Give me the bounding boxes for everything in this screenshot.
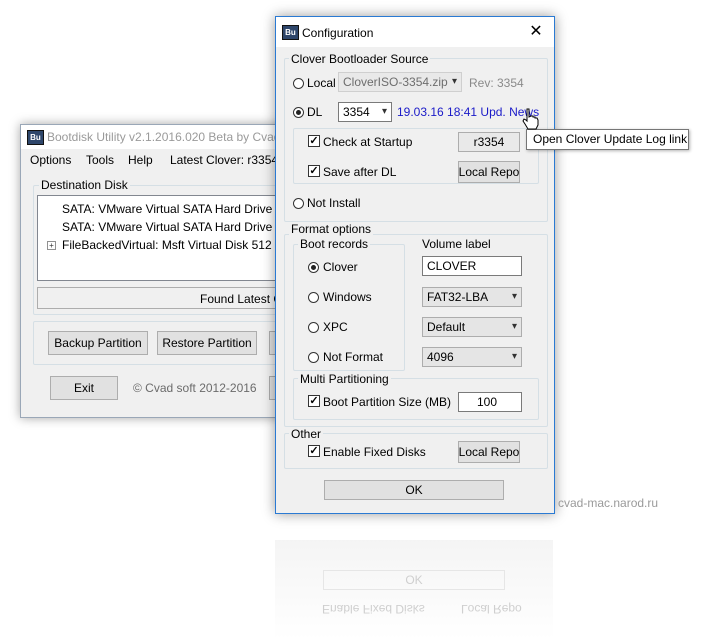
other-label: Other <box>289 427 324 441</box>
expand-plus-icon[interactable]: + <box>47 241 56 250</box>
window-reflection: OK Enable Fixed Disks Local Repo <box>275 540 553 640</box>
boot-records-label: Boot records <box>298 237 371 251</box>
update-news-link[interactable]: 19.03.16 18:41 Upd. News <box>397 105 539 119</box>
boot-record-windows-radio[interactable] <box>308 292 319 303</box>
local-radio[interactable] <box>293 78 304 89</box>
disk-item[interactable]: SATA: VMware Virtual SATA Hard Drive 25.… <box>62 202 299 216</box>
save-after-dl-label: Save after DL <box>323 165 397 179</box>
not-install-radio[interactable] <box>293 198 304 209</box>
other-local-repo-button[interactable]: Local Repo <box>458 441 520 463</box>
configuration-title: Configuration <box>302 26 374 40</box>
local-label: Local <box>307 76 336 90</box>
boot-record-windows-label: Windows <box>323 290 372 304</box>
destination-disk-label: Destination Disk <box>39 178 130 192</box>
reflection-ok: OK <box>323 570 505 590</box>
cluster-size-value: 4096 <box>427 350 454 364</box>
backup-partition-button[interactable]: Backup Partition <box>48 331 148 355</box>
chevron-down-icon: ▾ <box>451 76 457 87</box>
hand-cursor-icon <box>522 108 540 133</box>
chevron-down-icon: ▾ <box>511 351 517 362</box>
reflection-fixed-disks: Enable Fixed Disks <box>322 602 425 616</box>
chevron-down-icon: ▾ <box>511 291 517 302</box>
menu-options[interactable]: Options <box>30 153 71 167</box>
disk-tree[interactable]: SATA: VMware Virtual SATA Hard Drive 25.… <box>37 195 307 281</box>
multi-partitioning-label: Multi Partitioning <box>298 372 391 386</box>
restore-partition-button[interactable]: Restore Partition <box>157 331 257 355</box>
rev-label: Rev: 3354 <box>469 76 524 90</box>
bootdisk-title: Bootdisk Utility v2.1.2016.020 Beta by C… <box>47 130 281 144</box>
dl-revision-value: 3354 <box>343 105 370 119</box>
boot-partition-size-input[interactable]: 100 <box>458 392 522 412</box>
source-label: Clover Bootloader Source <box>289 52 431 66</box>
boot-partition-size-label: Boot Partition Size (MB) <box>323 395 452 409</box>
copyright-text: © Cvad soft 2012-2016 <box>133 381 257 395</box>
alignment-select[interactable]: Default ▾ <box>422 317 522 337</box>
site-watermark: cvad-mac.narod.ru <box>558 496 659 510</box>
format-label: Format options <box>289 222 374 236</box>
app-icon: Bu <box>27 130 44 145</box>
cluster-size-select[interactable]: 4096 ▾ <box>422 347 522 367</box>
enable-fixed-disks-checkbox[interactable]: ✓ <box>308 445 320 457</box>
save-after-dl-checkbox[interactable]: ✓ <box>308 165 320 177</box>
filesystem-select[interactable]: FAT32-LBA ▾ <box>422 287 522 307</box>
boot-record-clover-label: Clover <box>323 260 358 274</box>
boot-record-xpc-radio[interactable] <box>308 322 319 333</box>
dl-label: DL <box>307 105 323 119</box>
menu-help[interactable]: Help <box>128 153 153 167</box>
disk-item[interactable]: SATA: VMware Virtual SATA Hard Drive 465… <box>62 220 299 234</box>
configuration-window: Bu Configuration ✕ Clover Bootloader Sou… <box>275 16 555 514</box>
not-install-label: Not Install <box>307 196 361 210</box>
enable-fixed-disks-label: Enable Fixed Disks <box>323 445 426 459</box>
check-startup-value: r3354 <box>458 132 520 152</box>
boot-record-not-format-radio[interactable] <box>308 352 319 363</box>
status-text: Found Latest Cl <box>200 292 285 306</box>
filesystem-value: FAT32-LBA <box>427 290 489 304</box>
local-file-select[interactable]: CloverISO-3354.zip ▾ <box>338 72 462 92</box>
disk-item[interactable]: FileBackedVirtual: Msft Virtual Disk 512… <box>62 238 306 252</box>
local-repo-button[interactable]: Local Repo <box>458 161 520 183</box>
boot-record-clover-radio[interactable] <box>308 262 319 273</box>
dl-revision-select[interactable]: 3354 ▾ <box>338 102 392 122</box>
boot-record-xpc-label: XPC <box>323 320 348 334</box>
latest-clover-label: Latest Clover: r3354 <box>170 153 279 167</box>
boot-partition-size-checkbox[interactable]: ✓ <box>308 395 320 407</box>
close-icon[interactable]: ✕ <box>524 21 548 43</box>
volume-label-title: Volume label <box>422 237 491 251</box>
reflection-local-repo: Local Repo <box>461 602 522 616</box>
chevron-down-icon: ▾ <box>381 106 387 117</box>
dl-radio[interactable] <box>293 107 304 118</box>
app-icon: Bu <box>282 25 299 40</box>
exit-button[interactable]: Exit <box>50 376 118 400</box>
update-log-tooltip: Open Clover Update Log link <box>526 129 689 150</box>
ok-button[interactable]: OK <box>324 480 504 500</box>
menu-tools[interactable]: Tools <box>86 153 114 167</box>
check-startup-label: Check at Startup <box>323 135 413 149</box>
local-file-value: CloverISO-3354.zip <box>343 75 448 89</box>
status-box: Found Latest Cl <box>37 287 307 309</box>
alignment-value: Default <box>427 320 466 334</box>
configuration-titlebar[interactable]: Bu Configuration ✕ <box>276 17 554 47</box>
volume-label-input[interactable]: CLOVER <box>422 256 522 276</box>
check-startup-checkbox[interactable]: ✓ <box>308 135 320 147</box>
chevron-down-icon: ▾ <box>511 321 517 332</box>
boot-record-not-format-label: Not Format <box>323 350 384 364</box>
